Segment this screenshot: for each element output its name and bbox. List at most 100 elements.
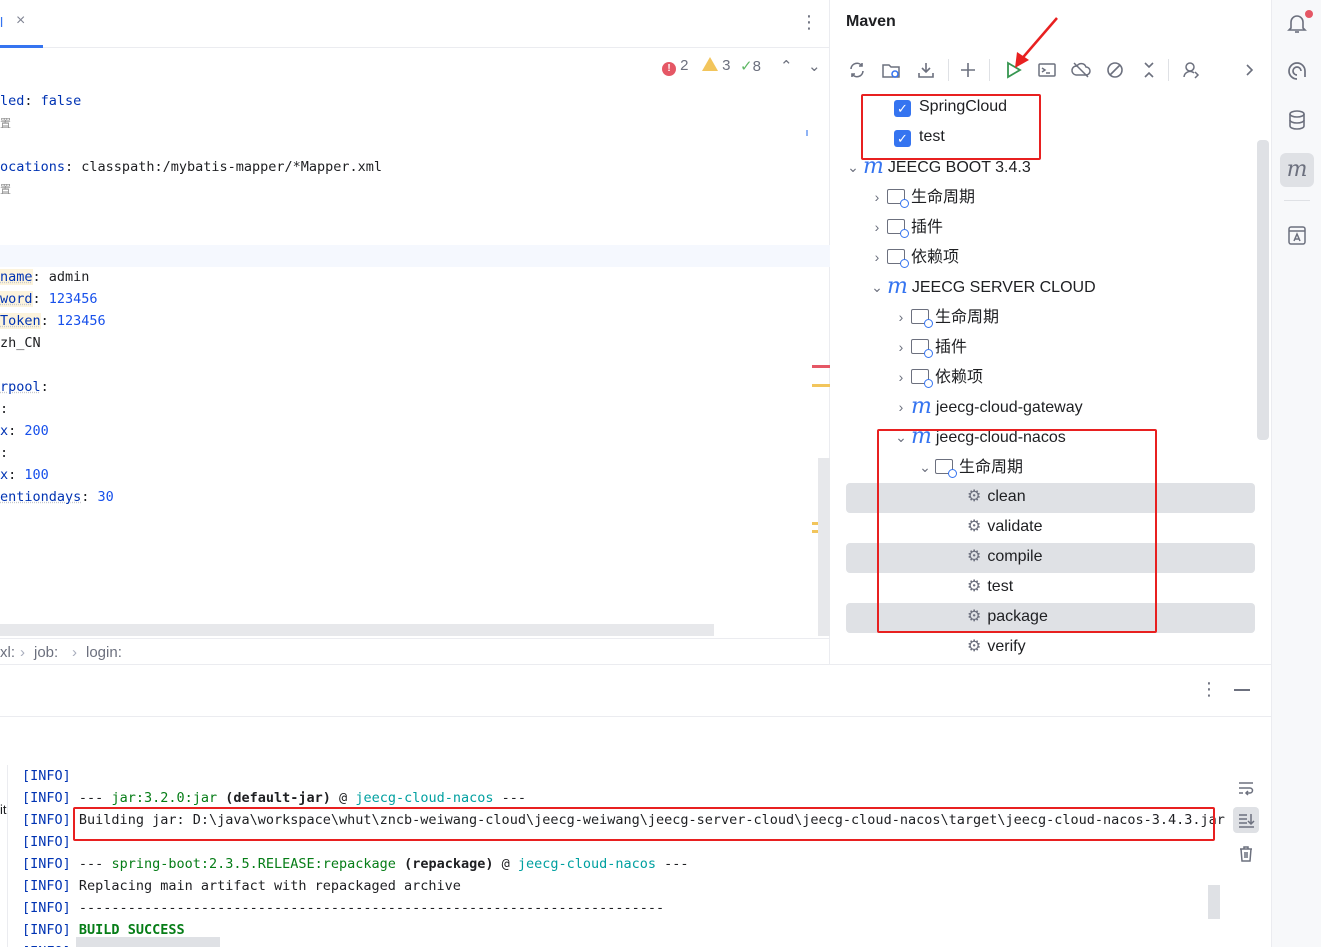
download-icon[interactable] bbox=[914, 58, 938, 82]
maven-tree-scrollbar[interactable] bbox=[1257, 140, 1269, 440]
chevron-right-icon[interactable]: › bbox=[891, 302, 911, 332]
console-line[interactable]: [INFO] --- spring-boot:2.3.5.RELEASE:rep… bbox=[22, 853, 689, 875]
code-line[interactable] bbox=[0, 200, 810, 222]
code-value: 100 bbox=[24, 467, 49, 483]
warning-count[interactable]: 3 bbox=[702, 57, 731, 74]
console-line[interactable]: [INFO] bbox=[22, 831, 79, 853]
weak-warning-count[interactable]: ✓8 bbox=[740, 57, 761, 75]
code-key: entiondays bbox=[0, 489, 82, 505]
code-line[interactable]: led: false bbox=[0, 90, 810, 112]
code-line[interactable]: zh_CN bbox=[0, 332, 810, 354]
code-line[interactable]: word: 123456 bbox=[0, 288, 810, 310]
code-line[interactable]: Token: 123456 bbox=[0, 310, 810, 332]
code-line[interactable]: name: admin bbox=[0, 266, 810, 288]
translate-icon[interactable] bbox=[1280, 218, 1314, 252]
console-text: (default-jar) bbox=[225, 790, 331, 806]
next-highlight-icon[interactable]: ⌄ bbox=[808, 57, 821, 75]
console-line[interactable]: [INFO] --- jar:3.2.0:jar (default-jar) @… bbox=[22, 787, 526, 809]
console-more-icon[interactable]: ⋮ bbox=[1200, 679, 1218, 700]
ai-assistant-icon[interactable] bbox=[1280, 54, 1314, 88]
code-line[interactable]: 置 bbox=[0, 112, 810, 134]
breadcrumb-item[interactable]: login: bbox=[86, 644, 122, 661]
console-text: jeecg-cloud-nacos bbox=[517, 856, 657, 872]
console-horizontal-scrollbar[interactable] bbox=[76, 937, 220, 947]
code-line[interactable]: entiondays: 30 bbox=[0, 486, 810, 508]
code-line[interactable]: 置 bbox=[0, 178, 810, 200]
tree-node-lifecycle[interactable]: › 生命周期 bbox=[867, 182, 975, 212]
editor-vertical-scrollbar[interactable] bbox=[818, 458, 830, 636]
code-line[interactable] bbox=[0, 222, 810, 244]
run-console: ⋮ it [INFO] [INFO] --- jar:3.2.0:jar (de… bbox=[0, 664, 1271, 947]
tab-close-icon[interactable]: × bbox=[16, 12, 25, 30]
goal-verify[interactable]: ⚙ verify bbox=[967, 632, 1026, 662]
chevron-right-icon[interactable]: › bbox=[867, 182, 887, 212]
console-line[interactable]: [INFO] Replacing main artifact with repa… bbox=[22, 875, 461, 897]
tree-node-plugins[interactable]: › 插件 bbox=[891, 332, 967, 362]
editor-tab[interactable]: l × bbox=[0, 0, 43, 48]
code-separator: : bbox=[40, 379, 49, 395]
console-line[interactable]: [INFO] bbox=[22, 765, 79, 787]
code-line[interactable] bbox=[0, 354, 810, 376]
error-count[interactable]: ! 2 bbox=[662, 57, 689, 76]
console-vertical-scrollbar[interactable] bbox=[1208, 885, 1220, 919]
code-line[interactable] bbox=[0, 244, 810, 266]
profiles-icon[interactable] bbox=[1179, 58, 1203, 82]
chevron-right-icon[interactable]: › bbox=[867, 242, 887, 272]
maven-icon[interactable]: m bbox=[1280, 153, 1314, 187]
tree-node-dependencies[interactable]: › 依赖项 bbox=[867, 242, 959, 272]
console-text: @ bbox=[493, 856, 518, 872]
chevron-right-icon[interactable]: › bbox=[891, 332, 911, 362]
database-icon[interactable] bbox=[1280, 103, 1314, 137]
code-line[interactable]: : bbox=[0, 442, 810, 464]
chevron-right-icon[interactable]: › bbox=[867, 212, 887, 242]
tree-node-jeecg-cloud-gateway[interactable]: › m jeecg-cloud-gateway bbox=[891, 392, 1083, 422]
offline-icon[interactable] bbox=[1069, 58, 1093, 82]
code-separator: : bbox=[65, 159, 82, 175]
scroll-to-end-icon[interactable] bbox=[1233, 807, 1259, 833]
console-text: jeecg-cloud-nacos bbox=[355, 790, 494, 806]
tree-node-lifecycle[interactable]: › 生命周期 bbox=[891, 302, 999, 332]
console-line[interactable]: [INFO] ---------------------------------… bbox=[22, 897, 664, 919]
chevron-right-icon[interactable]: › bbox=[891, 362, 911, 392]
previous-highlight-icon[interactable]: ⌃ bbox=[780, 57, 793, 75]
code-key: Token bbox=[0, 313, 41, 329]
console-line[interactable]: [INFO] bbox=[22, 941, 79, 947]
add-icon[interactable] bbox=[956, 58, 980, 82]
skip-tests-icon[interactable] bbox=[1103, 58, 1127, 82]
soft-wrap-icon[interactable] bbox=[1233, 775, 1259, 801]
code-line[interactable]: : bbox=[0, 398, 810, 420]
editor-more-icon[interactable]: ⋮ bbox=[800, 12, 818, 33]
code-separator: : bbox=[0, 445, 9, 461]
code-line[interactable]: x: 100 bbox=[0, 464, 810, 486]
chevron-right-icon[interactable]: › bbox=[891, 392, 911, 422]
chevron-down-icon[interactable]: ⌄ bbox=[867, 272, 887, 302]
breadcrumb-item[interactable]: xl: bbox=[0, 644, 15, 661]
tree-node-dependencies[interactable]: › 依赖项 bbox=[891, 362, 983, 392]
code-line[interactable]: x: 200 bbox=[0, 420, 810, 442]
more-icon[interactable] bbox=[1237, 58, 1261, 82]
console-gutter bbox=[0, 765, 8, 947]
editor-horizontal-scrollbar[interactable] bbox=[0, 624, 714, 636]
tree-node-jeecg-server-cloud[interactable]: ⌄ m JEECG SERVER CLOUD bbox=[867, 272, 1096, 302]
code-key: rpool bbox=[0, 379, 41, 395]
notifications-icon[interactable] bbox=[1280, 6, 1314, 40]
editor-tab-label: l bbox=[0, 14, 4, 30]
minimize-icon[interactable] bbox=[1234, 689, 1250, 691]
clear-all-icon[interactable] bbox=[1233, 841, 1259, 867]
code-line[interactable]: ocations: classpath:/mybatis-mapper/*Map… bbox=[0, 156, 810, 178]
code-line[interactable]: rpool: bbox=[0, 376, 810, 398]
chevron-down-icon[interactable]: ⌄ bbox=[843, 152, 863, 182]
generate-sources-icon[interactable] bbox=[879, 58, 903, 82]
reload-icon[interactable] bbox=[845, 58, 869, 82]
tree-node-plugins[interactable]: › 插件 bbox=[867, 212, 943, 242]
folder-gear-icon bbox=[887, 189, 909, 208]
collapse-icon[interactable] bbox=[1137, 58, 1161, 82]
error-stripe-marker[interactable] bbox=[812, 365, 830, 368]
breadcrumb-item[interactable]: job: bbox=[34, 644, 58, 661]
code-line[interactable] bbox=[0, 134, 810, 156]
code-separator: : bbox=[81, 489, 98, 505]
annotation-box-profiles bbox=[861, 94, 1041, 160]
warning-stripe-marker[interactable] bbox=[812, 384, 830, 387]
code-separator: : bbox=[32, 269, 49, 285]
